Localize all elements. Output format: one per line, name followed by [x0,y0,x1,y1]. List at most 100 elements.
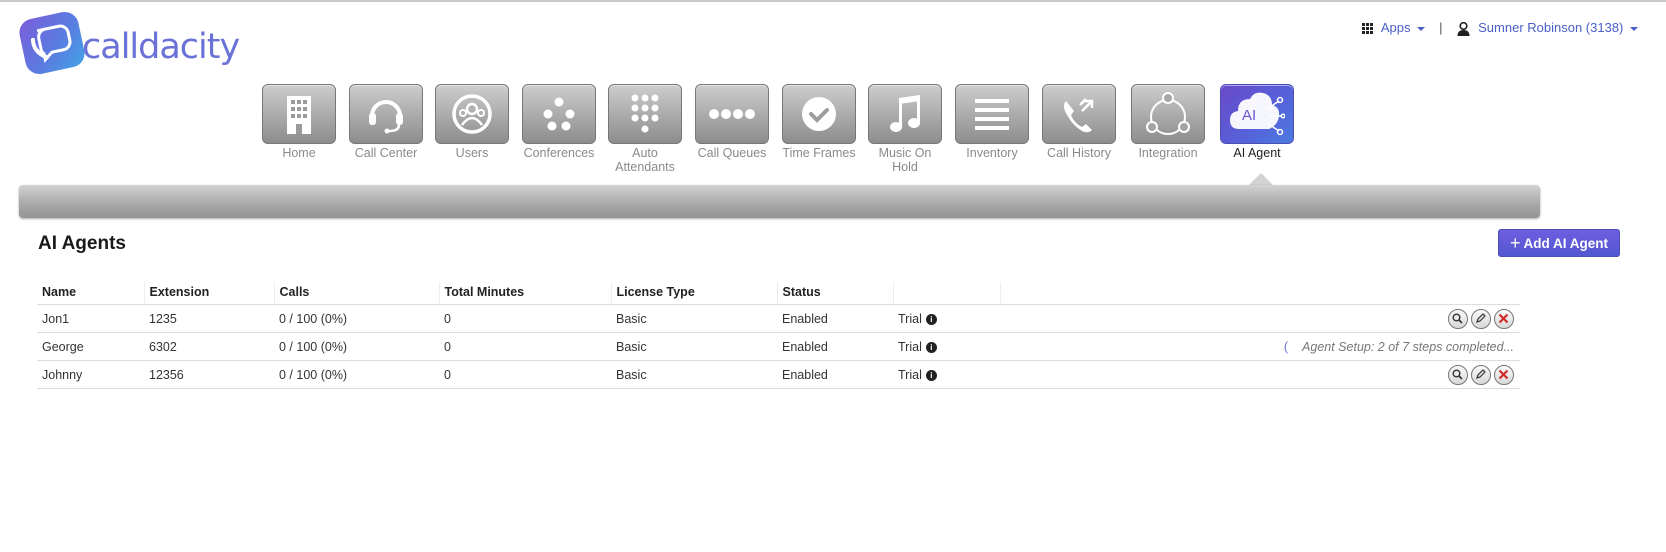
conference-icon [522,84,596,144]
edit-icon[interactable] [1471,364,1491,385]
cell-total-minutes: 0 [439,304,611,333]
nav-music-on-hold[interactable]: Music On Hold [867,84,943,174]
edit-icon[interactable] [1471,308,1491,329]
cell-actions [1000,360,1520,389]
col-header-status[interactable]: Status [777,282,894,305]
top-right-menu: Apps | Sumner Robinson (3138) [1361,20,1638,36]
col-header-plan [893,282,1001,305]
table-row[interactable]: Johnny 12356 0 / 100 (0%) 0 Basic Enable… [37,360,1520,389]
plus-icon: + [1509,233,1521,253]
table-header-row: Name Extension Calls Total Minutes Licen… [37,282,1520,305]
nav-call-center-label: Call Center [354,146,418,160]
nav-auto-attendants-label: Auto Attendants [615,146,675,174]
nav-integration-label: Integration [1138,146,1198,160]
sub-nav-bar [19,185,1540,218]
cell-setup-progress[interactable]: ( Agent Setup: 2 of 7 steps completed... [1000,332,1520,361]
brand-name: calldacity [82,27,240,67]
nav-ai-agent[interactable]: AI AI Agent [1219,84,1295,160]
table-row[interactable]: George 6302 0 / 100 (0%) 0 Basic Enabled… [37,332,1520,361]
cell-license-type: Basic [611,304,777,333]
headset-icon [349,84,423,144]
nav-users-label: Users [455,146,489,160]
nav-ai-agent-label: AI Agent [1233,146,1281,160]
info-icon[interactable]: i [925,313,937,325]
apps-grid-icon [1361,23,1373,35]
cell-status: Enabled [777,360,893,389]
plan-label: Trial [898,367,922,382]
cell-name: Jon1 [37,304,144,333]
nav-integration[interactable]: Integration [1130,84,1206,160]
view-icon[interactable] [1448,364,1468,385]
cell-plan: Trial i [893,332,1000,361]
cell-total-minutes: 0 [439,360,611,389]
music-note-icon [868,84,942,144]
info-icon[interactable]: i [925,369,937,381]
cell-total-minutes: 0 [439,332,611,361]
cell-name: Johnny [37,360,144,389]
col-header-extension[interactable]: Extension [144,282,275,305]
menu-separator: | [1439,20,1443,36]
plan-label: Trial [898,311,922,326]
col-header-license-type[interactable]: License Type [611,282,778,305]
user-menu[interactable]: Sumner Robinson (3138) [1457,20,1638,36]
queue-dots-icon [695,84,769,144]
nav-call-history-label: Call History [1047,146,1111,160]
nav-conferences[interactable]: Conferences [521,84,597,160]
cell-plan: Trial i [893,304,1000,333]
clock-icon [782,84,856,144]
cell-status: Enabled [777,304,893,333]
phone-chat-logo-icon [16,9,88,77]
cell-plan: Trial i [893,360,1000,389]
col-header-total-minutes[interactable]: Total Minutes [439,282,612,305]
col-header-name[interactable]: Name [37,282,145,305]
active-tab-pointer [1249,173,1273,185]
cell-license-type: Basic [611,360,777,389]
nav-time-frames-label: Time Frames [782,146,856,160]
nav-call-queues-label: Call Queues [697,146,767,160]
users-icon [435,84,509,144]
info-icon[interactable]: i [925,341,937,353]
cell-extension: 6302 [144,332,274,361]
cell-extension: 12356 [144,360,274,389]
apps-menu[interactable]: Apps [1361,20,1426,36]
col-header-calls[interactable]: Calls [274,282,440,305]
cell-license-type: Basic [611,332,777,361]
cell-actions [1000,304,1520,333]
nav-call-queues[interactable]: Call Queues [694,84,770,160]
nav-time-frames[interactable]: Time Frames [781,84,857,160]
nav-music-on-hold-label: Music On Hold [878,146,932,174]
nav-call-center[interactable]: Call Center [348,84,424,160]
nav-auto-attendants[interactable]: Auto Attendants [607,84,683,174]
table-row[interactable]: Jon1 1235 0 / 100 (0%) 0 Basic Enabled T… [37,304,1520,333]
chevron-down-icon [1417,26,1426,31]
cell-name: George [37,332,144,361]
building-icon [262,84,336,144]
view-icon[interactable] [1448,308,1468,329]
chevron-down-icon [1630,26,1638,31]
nav-conferences-label: Conferences [523,146,595,160]
col-header-actions [1000,282,1520,305]
add-ai-agent-button[interactable]: + Add AI Agent [1497,229,1620,257]
calldacity-logo[interactable]: calldacity [16,9,240,77]
loading-spinner-icon: ( [1283,339,1289,354]
nav-home-label: Home [282,146,316,160]
setup-progress-text: Agent Setup: 2 of 7 steps completed... [1302,339,1514,354]
nav-inventory[interactable]: Inventory [954,84,1030,160]
nav-inventory-label: Inventory [966,146,1018,160]
phone-arrows-icon [1042,84,1116,144]
user-icon [1457,21,1469,36]
cell-calls: 0 / 100 (0%) [274,304,439,333]
cell-status: Enabled [777,332,893,361]
cell-calls: 0 / 100 (0%) [274,360,439,389]
plan-label: Trial [898,339,922,354]
nav-home[interactable]: Home [261,84,337,160]
nav-users[interactable]: Users [434,84,510,160]
svg-text:AI: AI [1242,107,1256,124]
ai-agents-table: Name Extension Calls Total Minutes Licen… [37,282,1520,389]
delete-icon[interactable] [1494,364,1514,385]
delete-icon[interactable] [1494,308,1514,329]
nav-call-history[interactable]: Call History [1041,84,1117,160]
apps-label: Apps [1380,20,1411,36]
keypad-icon [608,84,682,144]
list-lines-icon [955,84,1029,144]
